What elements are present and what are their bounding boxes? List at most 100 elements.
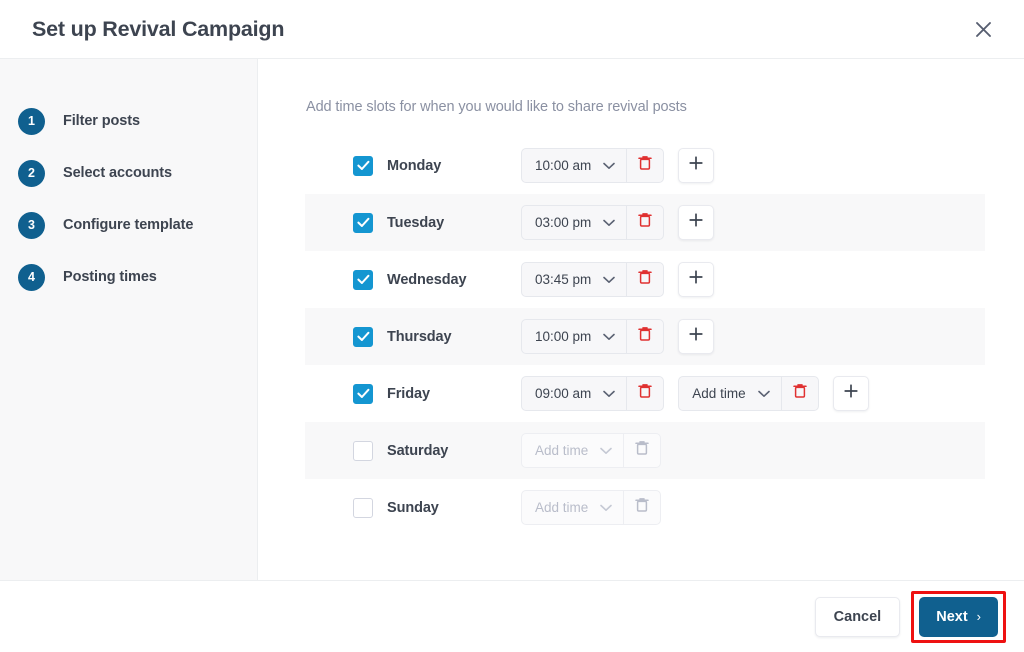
day-checkbox-saturday[interactable] [353,440,373,461]
time-select-value: 10:00 pm [535,329,592,344]
time-select-value: Add time [535,500,589,515]
day-row: Wednesday 03:45 pm [305,251,985,308]
day-checkbox-friday[interactable] [353,383,373,404]
day-checkbox-sunday[interactable] [353,497,373,518]
time-select[interactable]: Add time [522,491,623,524]
day-checkbox-wednesday[interactable] [353,269,373,290]
next-button-label: Next [936,608,968,625]
day-checkbox-tuesday[interactable] [353,212,373,233]
time-slot-group: 03:00 pm [521,205,715,240]
trash-icon [638,383,653,404]
delete-time-slot-button[interactable] [626,206,663,239]
time-select[interactable]: Add time [679,377,780,410]
time-select[interactable]: 09:00 am [522,377,626,410]
delete-time-slot-button[interactable] [623,491,660,524]
add-time-slot-button[interactable] [678,319,715,354]
time-select[interactable]: 03:45 pm [522,263,626,296]
trash-icon [638,155,653,176]
wizard-sidebar: 1 Filter posts 2 Select accounts 3 Configure … [0,59,258,580]
trash-icon [638,269,653,290]
sidebar-step-posting-times[interactable]: 4 Posting times [0,251,257,303]
day-label: Wednesday [387,271,467,288]
day-checkbox-monday[interactable] [353,155,373,176]
day-label: Tuesday [387,214,445,231]
time-slot-group: 09:00 am Add time [521,376,869,411]
plus-icon [689,270,703,289]
time-select-value: 03:00 pm [535,215,592,230]
step-number-badge: 4 [18,263,45,291]
chevron-down-icon [603,333,616,341]
time-select-value: 09:00 am [535,386,592,401]
step-label: Select accounts [63,165,172,181]
add-time-slot-button[interactable] [678,262,715,297]
time-slot-group: 10:00 pm [521,319,715,354]
time-select-value: Add time [692,386,746,401]
modal-footer: Cancel Next › [0,581,1024,652]
day-label: Friday [387,385,430,402]
chevron-down-icon [603,390,616,398]
delete-time-slot-button[interactable] [780,377,818,410]
plus-icon [689,213,703,232]
delete-time-slot-button[interactable] [626,320,663,353]
day-row: Friday 09:00 am Add time [305,365,985,422]
day-row: Saturday Add time [305,422,985,479]
time-slot: 03:45 pm [521,262,665,297]
modal-header: Set up Revival Campaign [0,0,1024,59]
trash-icon [635,497,650,518]
time-select[interactable]: Add time [522,434,623,467]
chevron-down-icon [603,219,616,227]
step-number-badge: 3 [18,211,45,239]
sidebar-step-filter-posts[interactable]: 1 Filter posts [0,95,257,147]
time-select[interactable]: 10:00 am [522,149,626,182]
cancel-button[interactable]: Cancel [814,596,901,637]
time-slot: 09:00 am [521,376,665,411]
next-button-wrapper: Next › [911,590,1006,643]
close-icon[interactable] [966,12,1000,46]
add-time-slot-button[interactable] [832,376,869,411]
day-label: Monday [387,157,442,174]
modal-body: 1 Filter posts 2 Select accounts 3 Configure … [0,59,1024,581]
chevron-down-icon [600,447,613,455]
plus-icon [843,384,858,403]
next-button[interactable]: Next › [919,596,998,637]
step-number-badge: 1 [18,107,45,135]
delete-time-slot-button[interactable] [626,263,663,296]
chevron-down-icon [757,390,770,398]
time-slot-group: 03:45 pm [521,262,715,297]
time-select-value: 10:00 am [535,158,592,173]
time-select[interactable]: 03:00 pm [522,206,626,239]
delete-time-slot-button[interactable] [626,149,663,182]
delete-time-slot-button[interactable] [623,434,660,467]
sidebar-step-select-accounts[interactable]: 2 Select accounts [0,147,257,199]
step-label: Posting times [63,269,157,285]
add-time-slot-button[interactable] [678,205,715,240]
day-checkbox-thursday[interactable] [353,326,373,347]
chevron-down-icon [600,504,613,512]
plus-icon [689,156,703,175]
delete-time-slot-button[interactable] [626,377,663,410]
day-row: Tuesday 03:00 pm [305,194,985,251]
time-slot: Add time [521,490,662,525]
time-select[interactable]: 10:00 pm [522,320,626,353]
time-select-value: 03:45 pm [535,272,592,287]
trash-icon [638,212,653,233]
chevron-down-icon [603,276,616,284]
day-label: Saturday [387,442,449,459]
main-content: Add time slots for when you would like t… [258,59,1024,580]
trash-icon [638,326,653,347]
trash-icon [635,440,650,461]
sidebar-step-configure-template[interactable]: 3 Configure template [0,199,257,251]
time-select-value: Add time [535,443,589,458]
day-label: Sunday [387,499,439,516]
time-slot-group: Add time [521,490,675,525]
time-slot: 03:00 pm [521,205,665,240]
add-time-slot-button[interactable] [678,148,715,183]
day-label: Thursday [387,328,452,345]
chevron-down-icon [603,162,616,170]
step-label: Filter posts [63,113,140,129]
time-slot: 10:00 am [521,148,665,183]
page-title: Set up Revival Campaign [32,16,285,41]
trash-icon [792,383,807,404]
setup-revival-campaign-modal: Set up Revival Campaign 1 Filter posts 2 Se… [0,0,1024,652]
time-slot: 10:00 pm [521,319,665,354]
